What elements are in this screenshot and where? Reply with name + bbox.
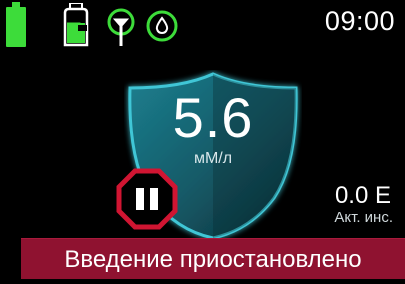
clock: 09:00 <box>324 6 395 36</box>
glucose-unit: мМ/л <box>193 150 233 167</box>
reservoir-icon <box>63 3 89 47</box>
active-insulin-value: 0.0 Е <box>334 182 391 209</box>
glucose-value: 5.6 <box>172 86 254 149</box>
active-insulin-label: Акт. инс. <box>334 209 393 226</box>
pump-screen: 09:00 5.6 мМ/л 0.0 Е Акт. инс. Введение … <box>0 0 405 284</box>
delivery-suspended-banner[interactable]: Введение приостановлено <box>21 238 405 279</box>
drop-icon <box>146 10 178 42</box>
banner-text: Введение приостановлено <box>64 246 362 273</box>
pause-icon[interactable] <box>116 168 178 230</box>
bottom-strip <box>0 279 405 284</box>
antenna-icon <box>107 8 135 46</box>
battery-icon <box>6 2 26 47</box>
